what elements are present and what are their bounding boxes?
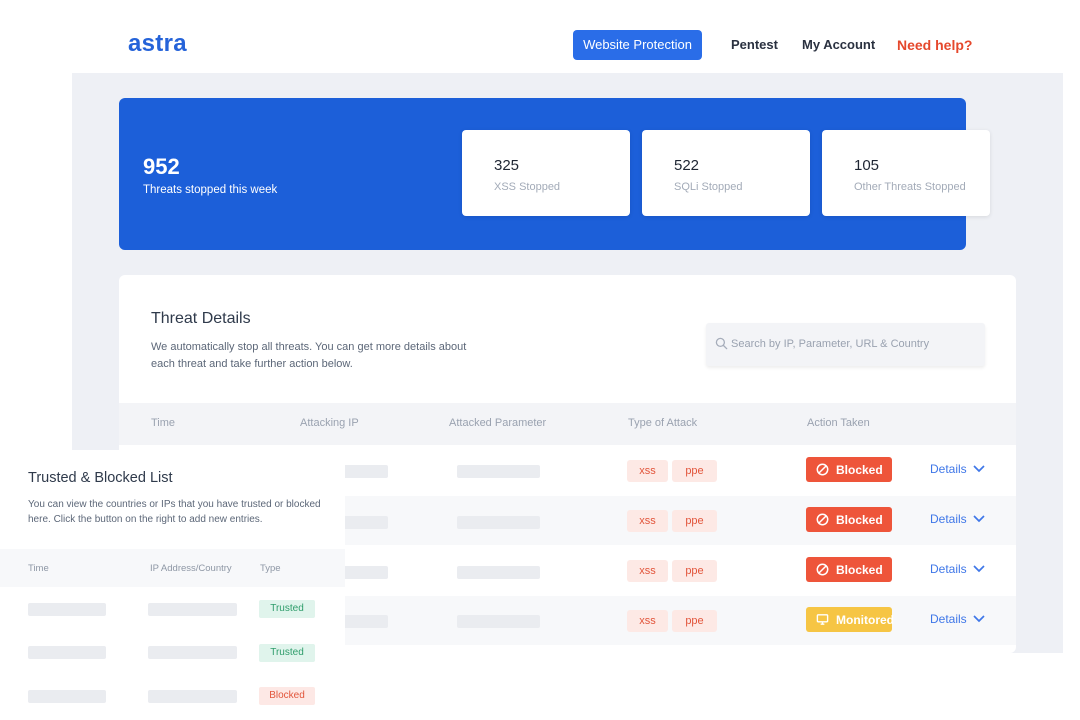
column-header-time: Time xyxy=(151,417,176,429)
attack-tag: xss xyxy=(627,610,668,632)
parameter-placeholder xyxy=(457,516,540,529)
stat-label: SQLi Stopped xyxy=(674,181,743,193)
stat-card-sqli: 522 SQLi Stopped xyxy=(642,130,810,216)
details-label: Details xyxy=(930,512,967,526)
nav-my-account[interactable]: My Account xyxy=(802,30,875,60)
details-toggle[interactable]: Details xyxy=(930,612,985,626)
time-placeholder xyxy=(28,603,106,616)
blocked-badge: Blocked xyxy=(259,687,315,705)
stat-value: 105 xyxy=(854,157,880,174)
action-label: Blocked xyxy=(836,563,883,577)
trusted-badge: Trusted xyxy=(259,644,315,662)
parameter-placeholder xyxy=(457,566,540,579)
action-monitored-badge: Monitored xyxy=(806,607,894,632)
attack-tag: ppe xyxy=(672,560,717,582)
threat-details-description: We automatically stop all threats. You c… xyxy=(151,341,467,370)
attack-tag: ppe xyxy=(672,460,717,482)
attack-tag: ppe xyxy=(672,510,717,532)
total-threats-label: Threats stopped this week xyxy=(143,184,278,196)
parameter-placeholder xyxy=(457,465,540,478)
attack-tag: xss xyxy=(627,460,668,482)
threat-search-input[interactable]: Search by IP, Parameter, URL & Country xyxy=(706,323,985,366)
stat-value: 325 xyxy=(494,157,520,174)
trusted-blocked-table-header: Time IP Address/Country Type xyxy=(0,549,345,587)
details-toggle[interactable]: Details xyxy=(930,562,985,576)
list-item[interactable]: Blocked xyxy=(0,676,345,720)
details-toggle[interactable]: Details xyxy=(930,512,985,526)
attack-tag: ppe xyxy=(672,610,717,632)
action-blocked-badge: Blocked xyxy=(806,557,892,582)
chevron-down-icon xyxy=(973,615,985,623)
stat-label: Other Threats Stopped xyxy=(854,181,966,193)
column-header-ip-country: IP Address/Country xyxy=(150,563,232,574)
details-label: Details xyxy=(930,562,967,576)
details-label: Details xyxy=(930,462,967,476)
threat-details-title: Threat Details xyxy=(151,310,251,327)
details-label: Details xyxy=(930,612,967,626)
ip-placeholder xyxy=(148,690,237,703)
chevron-down-icon xyxy=(973,515,985,523)
column-header-type: Type xyxy=(260,563,281,574)
total-threats: 952 Threats stopped this week xyxy=(143,154,277,196)
need-help-link[interactable]: Need help? xyxy=(897,30,972,60)
action-label: Blocked xyxy=(836,463,883,477)
stat-value: 522 xyxy=(674,157,700,174)
column-header-attacked-parameter: Attacked Parameter xyxy=(449,417,547,429)
trusted-blocked-card: Trusted & Blocked List You can view the … xyxy=(0,450,345,720)
time-placeholder xyxy=(28,690,106,703)
top-nav: Website Protection Pentest My Account Ne… xyxy=(0,30,1080,60)
website-protection-button[interactable]: Website Protection xyxy=(573,30,702,60)
chevron-down-icon xyxy=(973,565,985,573)
attack-tag: xss xyxy=(627,560,668,582)
search-icon xyxy=(715,337,728,350)
search-placeholder: Search by IP, Parameter, URL & Country xyxy=(731,338,930,350)
chevron-down-icon xyxy=(973,465,985,473)
list-item[interactable]: Trusted xyxy=(0,588,345,632)
column-header-time: Time xyxy=(28,563,49,574)
action-label: Blocked xyxy=(836,513,883,527)
ip-placeholder xyxy=(148,603,237,616)
total-threats-value: 952 xyxy=(143,154,180,179)
ip-placeholder xyxy=(148,646,237,659)
block-icon xyxy=(816,563,829,576)
time-placeholder xyxy=(28,646,106,659)
stat-card-xss: 325 XSS Stopped xyxy=(462,130,630,216)
trusted-blocked-description: You can view the countries or IPs that y… xyxy=(28,499,321,525)
monitor-icon xyxy=(816,614,829,625)
column-header-attacking-ip: Attacking IP xyxy=(300,417,359,429)
column-header-action-taken: Action Taken xyxy=(807,417,870,429)
block-icon xyxy=(816,463,829,476)
trusted-blocked-title: Trusted & Blocked List xyxy=(28,470,173,486)
details-toggle[interactable]: Details xyxy=(930,462,985,476)
block-icon xyxy=(816,513,829,526)
trusted-badge: Trusted xyxy=(259,600,315,618)
list-item[interactable]: Trusted xyxy=(0,632,345,676)
threat-table-header: Time Attacking IP Attacked Parameter Typ… xyxy=(119,403,1016,445)
attack-tag: xss xyxy=(627,510,668,532)
stat-card-other: 105 Other Threats Stopped xyxy=(822,130,990,216)
column-header-type-of-attack: Type of Attack xyxy=(628,417,698,429)
action-label: Monitored xyxy=(836,613,894,627)
action-blocked-badge: Blocked xyxy=(806,507,892,532)
stat-label: XSS Stopped xyxy=(494,181,561,193)
nav-pentest[interactable]: Pentest xyxy=(731,30,778,60)
action-blocked-badge: Blocked xyxy=(806,457,892,482)
parameter-placeholder xyxy=(457,615,540,628)
